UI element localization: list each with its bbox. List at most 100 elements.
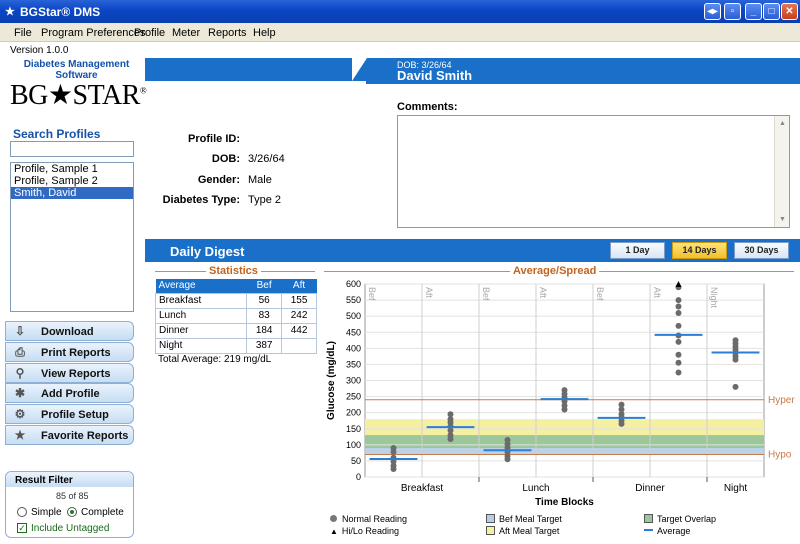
add-profile-icon: ✱ [14, 386, 26, 400]
normal-reading-point [675, 303, 682, 310]
menu-profile[interactable]: Profile [134, 27, 165, 39]
menu-file[interactable]: File [14, 27, 32, 39]
star-icon: ★ [14, 428, 26, 442]
close-button[interactable]: ✕ [781, 3, 798, 20]
print-reports-button[interactable]: ⎙ Print Reports [5, 342, 134, 362]
result-filter-title: Result Filter [6, 472, 133, 487]
search-input[interactable] [10, 141, 134, 157]
stat-cell: 242 [281, 307, 317, 324]
download-label: Download [41, 326, 94, 338]
scroll-down-icon[interactable]: ▼ [777, 214, 788, 225]
y-tick-label: 0 [356, 472, 361, 482]
title-bar: ★ BGStar® DMS ◂▸ ▫ _ □ ✕ [0, 0, 800, 23]
stat-cell: 83 [246, 307, 283, 324]
minimize-button[interactable]: _ [745, 3, 762, 20]
subcolumn-label: Night [709, 287, 719, 309]
dob-label: DOB: [211, 153, 240, 165]
profile-setup-button[interactable]: ⚙ Profile Setup [5, 404, 134, 424]
include-untagged-checkbox[interactable]: ✓ [17, 523, 27, 533]
stat-cell: 155 [281, 292, 317, 309]
dob-value: 3/26/64 [248, 153, 285, 165]
x-category-label: Dinner [635, 483, 665, 494]
menu-meter[interactable]: Meter [172, 27, 200, 39]
hilo-reading-icon: ▲ [330, 527, 338, 536]
y-tick-label: 50 [351, 456, 361, 466]
subcolumn-label: Aft [652, 287, 662, 299]
average-spread-chart: 0 50 100 150 200 250 300 350 400 450 500 550 600 Bef A… [326, 279, 795, 508]
include-untagged-label: Include Untagged [31, 523, 110, 534]
y-tick-label: 200 [346, 408, 361, 418]
maximize-button[interactable]: □ [763, 3, 780, 20]
gender-label: Gender: [197, 174, 240, 186]
print-reports-label: Print Reports [41, 347, 111, 359]
legend-normal-label: Normal Reading [342, 514, 408, 524]
table-row: Lunch 83 242 [154, 307, 317, 324]
favorite-reports-button[interactable]: ★ Favorite Reports [5, 425, 134, 445]
legend-normal: Normal Reading [330, 514, 407, 524]
stat-cell: 442 [281, 322, 317, 339]
normal-reading-point [447, 436, 454, 443]
comments-scrollbar[interactable]: ▲ ▼ [774, 116, 789, 227]
window-icon[interactable]: ▫ [724, 3, 741, 20]
app-icon: ★ [5, 6, 15, 18]
legend-average: Average [644, 526, 690, 536]
menu-program-preferences[interactable]: Program Preferences [41, 27, 146, 39]
simple-radio[interactable] [17, 507, 27, 517]
y-tick-label: 100 [346, 440, 361, 450]
download-button[interactable]: ⇩ Download [5, 321, 134, 341]
profile-id-label: Profile ID: [188, 133, 240, 145]
legend-overlap: Target Overlap [644, 514, 716, 524]
profile-list-item[interactable]: Profile, Sample 1 [11, 163, 133, 175]
one-day-button[interactable]: 1 Day [610, 242, 665, 259]
stat-cell [281, 337, 317, 354]
download-icon: ⇩ [14, 324, 26, 338]
stat-cell: Night [154, 337, 248, 354]
table-row: Night 387 [154, 337, 317, 354]
thirty-days-button[interactable]: 30 Days [734, 242, 789, 259]
stat-header: Bef [246, 279, 282, 293]
profile-setup-label: Profile Setup [41, 409, 109, 421]
overlap-swatch [644, 514, 653, 523]
y-tick-label: 500 [346, 311, 361, 321]
legend-hilo: ▲ Hi/Lo Reading [330, 526, 399, 536]
complete-label: Complete [81, 507, 124, 518]
normal-reading-point [390, 448, 397, 455]
normal-reading-point [675, 322, 682, 329]
normal-reading-point [675, 351, 682, 358]
comments-textarea[interactable]: ▲ ▼ [397, 115, 790, 228]
version-label: Version 1.0.0 [10, 45, 69, 56]
normal-reading-point [675, 297, 682, 304]
menu-help[interactable]: Help [253, 27, 276, 39]
profile-list-item-selected[interactable]: Smith, David [11, 187, 133, 199]
menu-reports[interactable]: Reports [208, 27, 247, 39]
fourteen-days-button[interactable]: 14 Days [672, 242, 727, 259]
y-tick-label: 250 [346, 392, 361, 402]
stat-cell: Breakfast [154, 292, 248, 309]
y-tick-label: 150 [346, 424, 361, 434]
normal-reading-point [732, 356, 739, 363]
result-count: 85 of 85 [56, 491, 89, 501]
legend-bef: Bef Meal Target [486, 514, 562, 524]
subcolumn-label: Bef [481, 287, 491, 301]
add-profile-button[interactable]: ✱ Add Profile [5, 383, 134, 403]
subcolumn-label: Aft [424, 287, 434, 299]
profile-list[interactable]: Profile, Sample 1 Profile, Sample 2 Smit… [10, 162, 134, 312]
logo-subtitle-line1: Diabetes Management [23, 59, 130, 70]
search-profiles-label: Search Profiles [13, 127, 101, 141]
scroll-up-icon[interactable]: ▲ [777, 118, 788, 129]
y-tick-label: 300 [346, 376, 361, 386]
magnifier-icon: ⚲ [15, 366, 25, 380]
legend-aft-label: Aft Meal Target [499, 526, 560, 536]
view-reports-button[interactable]: ⚲ View Reports [5, 363, 134, 383]
y-tick-label: 600 [346, 279, 361, 289]
aft-target-swatch [486, 526, 495, 535]
x-category-label: Breakfast [401, 483, 443, 494]
complete-radio[interactable] [67, 507, 77, 517]
x-category-label: Night [724, 483, 748, 494]
normal-reading-point [675, 338, 682, 345]
normal-reading-point [675, 359, 682, 366]
legend-bef-label: Bef Meal Target [499, 514, 562, 524]
profile-setup-icon: ⚙ [14, 407, 26, 421]
profile-list-item[interactable]: Profile, Sample 2 [11, 175, 133, 187]
restore-icon[interactable]: ◂▸ [704, 3, 721, 20]
